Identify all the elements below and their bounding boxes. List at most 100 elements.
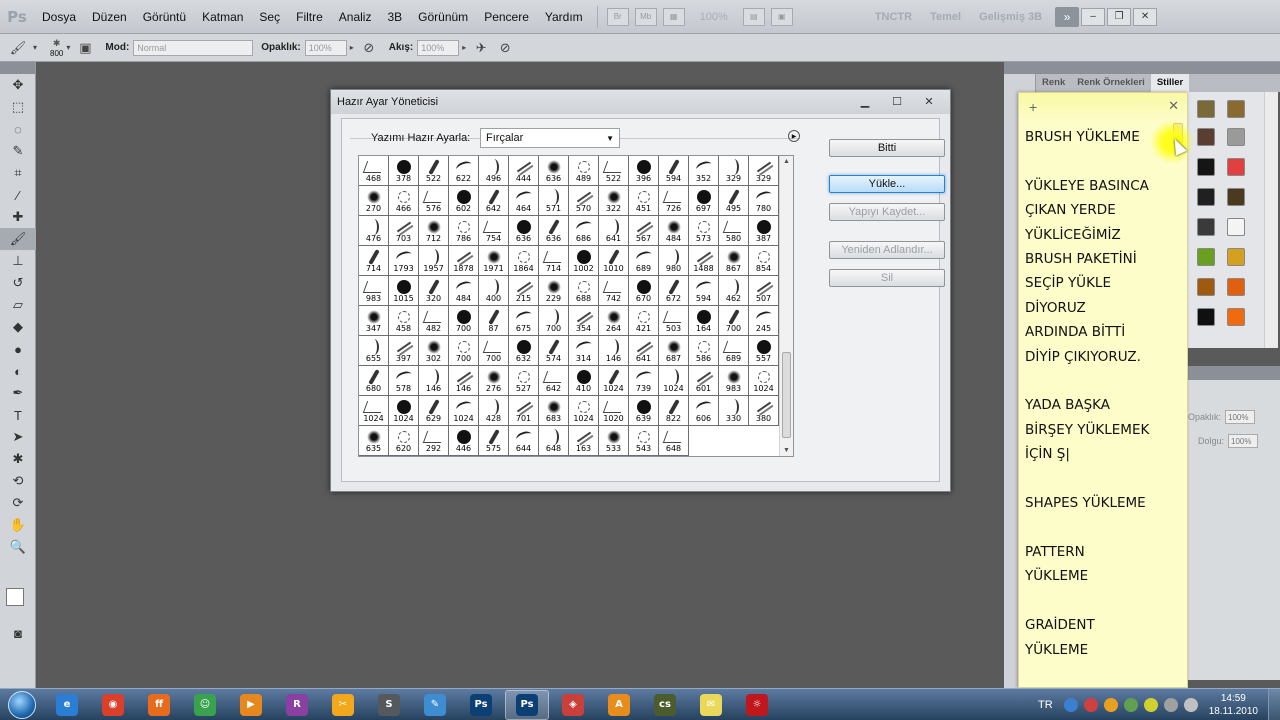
clock[interactable]: 14:59 18.11.2010 [1209,692,1258,718]
volume-icon[interactable] [1183,698,1198,712]
brush-preset[interactable]: 146 [449,366,479,396]
brush-preset[interactable]: 352 [689,156,719,186]
taskbar-chrome-shortcut[interactable]: ◈ [551,690,595,720]
brush-preset[interactable]: 1024 [599,366,629,396]
lasso-tool-icon[interactable]: ◌ [0,118,36,140]
brush-preset[interactable]: 739 [629,366,659,396]
menu-yardim[interactable]: Yardım [537,0,591,34]
brush-preset[interactable]: 586 [689,336,719,366]
brush-preset[interactable]: 822 [659,396,689,426]
brush-preset[interactable]: 575 [479,426,509,456]
brush-preset[interactable]: 594 [689,276,719,306]
close-icon[interactable]: ✕ [1133,7,1158,26]
language-bar-icon[interactable] [1083,698,1098,712]
brush-preset[interactable]: 270 [359,186,389,216]
tray-app-icon[interactable] [1143,698,1158,712]
brush-preset[interactable]: 571 [539,186,569,216]
brush-preset[interactable]: 146 [599,336,629,366]
brush-preset[interactable]: 726 [659,186,689,216]
tab-stiller[interactable]: Stiller [1150,74,1190,92]
taskbar-messenger[interactable]: ☺ [183,690,227,720]
brush-preset[interactable]: 163 [569,426,599,456]
move-tool-icon[interactable]: ✥ [0,74,36,96]
style-swatch[interactable] [1197,248,1215,266]
brush-preset[interactable]: 1024 [749,366,779,396]
brush-preset[interactable]: 410 [569,366,599,396]
brush-preset[interactable]: 712 [419,216,449,246]
brush-preset[interactable]: 854 [749,246,779,276]
bridge-button[interactable]: Br [606,7,629,26]
brush-preset[interactable]: 689 [719,336,749,366]
pressure-opacity-icon[interactable]: ⊘ [359,38,379,58]
style-swatch[interactable] [1227,188,1245,206]
taskbar-media-player[interactable]: ▶ [229,690,273,720]
type-tool-icon[interactable]: T [0,404,36,426]
brush-preset[interactable]: 146 [419,366,449,396]
brush-preset[interactable]: 322 [599,186,629,216]
brush-preset[interactable]: 701 [509,396,539,426]
brush-preset[interactable]: 276 [479,366,509,396]
brush-preset[interactable]: 606 [689,396,719,426]
brush-preset[interactable]: 1010 [599,246,629,276]
brush-preset[interactable]: 601 [689,366,719,396]
brush-tool-icon[interactable]: 🖌 [8,38,28,58]
menu-goruntu[interactable]: Görüntü [135,0,194,34]
brush-preset[interactable]: 458 [389,306,419,336]
brush-preset[interactable]: 641 [629,336,659,366]
brush-preset[interactable]: 396 [629,156,659,186]
menu-duzen[interactable]: Düzen [84,0,135,34]
brush-preset[interactable]: 444 [509,156,539,186]
style-swatch[interactable] [1227,128,1245,146]
brush-preset[interactable]: 466 [389,186,419,216]
sticky-note-text[interactable]: BRUSH YÜKLEME YÜKLEYE BASINCA ÇIKAN YERD… [1025,125,1175,662]
brush-preset[interactable]: 642 [539,366,569,396]
brush-preset[interactable]: 264 [599,306,629,336]
brush-preset[interactable]: 594 [659,156,689,186]
workspace-temel[interactable]: Temel [921,11,970,23]
zoom-level[interactable]: 100% [700,11,728,23]
brush-preset[interactable]: 347 [359,306,389,336]
brush-preset[interactable]: 644 [509,426,539,456]
brush-preset[interactable]: 421 [629,306,659,336]
style-swatch[interactable] [1227,278,1245,296]
add-note-icon[interactable]: + [1029,99,1037,115]
brush-preset[interactable]: 675 [509,306,539,336]
taskbar-tool-app[interactable]: ✂ [321,690,365,720]
zoom-tool-icon[interactable]: 🔍 [0,536,36,558]
rename-button[interactable]: Yeniden Adlandır... [829,241,945,259]
taskbar-paint[interactable]: ✎ [413,690,457,720]
maximize-icon[interactable]: ☐ [882,93,912,109]
menu-pencere[interactable]: Pencere [476,0,537,34]
brush-preset[interactable]: 87 [479,306,509,336]
layers-panel-header[interactable] [1188,366,1280,380]
help-icon[interactable] [1063,698,1078,712]
scroll-down-icon[interactable]: ▼ [783,447,790,454]
taskbar-avast[interactable]: A [597,690,641,720]
quick-mask-icon[interactable]: ◙ [0,622,36,644]
brush-preset[interactable]: 703 [389,216,419,246]
brush-preset[interactable]: 314 [569,336,599,366]
brush-preset[interactable]: 482 [419,306,449,336]
airbrush-icon[interactable]: ✈ [471,38,491,58]
taskbar-firefox[interactable]: ff [137,690,181,720]
scroll-up-icon[interactable]: ▲ [783,158,790,165]
brush-preset[interactable]: 428 [479,396,509,426]
brush-preset[interactable]: 576 [419,186,449,216]
menu-katman[interactable]: Katman [194,0,251,34]
brush-preset[interactable]: 786 [449,216,479,246]
brush-preset[interactable]: 378 [389,156,419,186]
brush-preset[interactable]: 780 [749,186,779,216]
start-button[interactable] [0,689,44,720]
brush-preset[interactable]: 636 [539,216,569,246]
style-swatch[interactable] [1197,218,1215,236]
brush-preset[interactable]: 983 [359,276,389,306]
taskbar-flag-app[interactable]: ☼ [735,690,779,720]
brush-preset[interactable]: 1002 [569,246,599,276]
brush-preset[interactable]: 400 [479,276,509,306]
history-brush-tool-icon[interactable]: ↺ [0,272,36,294]
brush-preset[interactable]: 620 [389,426,419,456]
brush-preset[interactable]: 330 [719,396,749,426]
brush-preset[interactable]: 683 [539,396,569,426]
marquee-tool-icon[interactable]: ⬚ [0,96,36,118]
brush-preset[interactable]: 329 [749,156,779,186]
